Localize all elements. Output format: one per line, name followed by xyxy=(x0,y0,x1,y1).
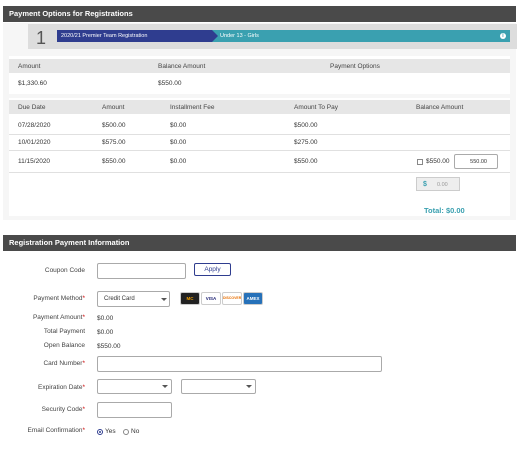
schedule-header-amount: Amount xyxy=(102,104,125,111)
step-number: 1 xyxy=(36,28,47,48)
dollar-symbol: $ xyxy=(423,181,427,188)
row3-amount: $550.00 xyxy=(102,158,126,165)
schedule-header-installment-fee: Installment Fee xyxy=(170,104,215,111)
division-bar: Under 13 - Girls xyxy=(212,30,510,42)
info-icon[interactable]: i xyxy=(500,33,506,39)
email-no-label: No xyxy=(131,428,140,435)
security-code-label: Security Code* xyxy=(41,406,85,413)
payment-options-header: Payment Options for Registrations xyxy=(3,6,516,22)
coupon-input[interactable] xyxy=(97,263,186,279)
email-yes-radio[interactable] xyxy=(97,429,103,435)
payment-amount-label: Payment Amount* xyxy=(32,314,85,321)
row1-amount: $500.00 xyxy=(102,122,126,129)
row-divider xyxy=(9,150,510,151)
division-label: Under 13 - Girls xyxy=(220,33,259,39)
summary-balance: $550.00 xyxy=(158,80,182,87)
summary-header-amount: Amount xyxy=(18,63,41,70)
balance-checkbox[interactable] xyxy=(417,159,423,165)
schedule-header-amount-to-pay: Amount To Pay xyxy=(294,104,338,111)
row2-to-pay: $275.00 xyxy=(294,139,318,146)
security-code-input[interactable] xyxy=(97,402,172,418)
card-number-input[interactable] xyxy=(97,356,382,372)
coupon-label: Coupon Code xyxy=(44,267,85,274)
row-divider xyxy=(9,134,510,135)
schedule-panel xyxy=(9,98,510,216)
registration-bar: 2020/21 Premier Team Registration xyxy=(57,30,212,42)
row3-to-pay: $550.00 xyxy=(294,158,318,165)
dollar-amount-field[interactable]: $ 0.00 xyxy=(416,177,460,191)
row2-due-date: 10/01/2020 xyxy=(18,139,51,146)
email-confirmation-label: Email Confirmation* xyxy=(27,427,85,434)
chevron-down-icon xyxy=(161,298,167,301)
mastercard-icon: MC xyxy=(180,292,200,305)
schedule-header-due-date: Due Date xyxy=(18,104,46,111)
registration-bar-arrow xyxy=(212,30,218,42)
total-payment-label: Total Payment xyxy=(43,328,85,335)
open-balance-value: $550.00 xyxy=(97,343,121,350)
payment-method-label: Payment Method* xyxy=(33,295,85,302)
schedule-header-balance-amount: Balance Amount xyxy=(416,104,464,111)
dollar-amount-value: 0.00 xyxy=(437,182,448,188)
row-divider xyxy=(9,172,510,173)
row2-fee: $0.00 xyxy=(170,139,187,146)
payment-method-select[interactable]: Credit Card xyxy=(97,291,170,307)
summary-header-row xyxy=(9,59,510,73)
expiration-date-label: Expiration Date* xyxy=(38,384,85,391)
expiration-month-select[interactable] xyxy=(97,379,172,394)
payment-amount-value: $0.00 xyxy=(97,315,114,322)
payment-method-value: Credit Card xyxy=(104,296,135,302)
balance-amount-input-value: 550.00 xyxy=(470,159,487,165)
discover-icon: DISCOVER xyxy=(222,292,242,305)
summary-header-payment-options: Payment Options xyxy=(330,63,380,70)
total-amount: Total: $0.00 xyxy=(424,206,465,215)
chevron-down-icon xyxy=(162,385,168,388)
card-number-label: Card Number* xyxy=(43,360,85,367)
balance-checkbox-label: $550.00 xyxy=(426,158,450,165)
email-yes-label: Yes xyxy=(105,428,116,435)
row1-due-date: 07/28/2020 xyxy=(18,122,51,129)
row1-to-pay: $500.00 xyxy=(294,122,318,129)
total-payment-value: $0.00 xyxy=(97,329,114,336)
apply-button[interactable]: Apply xyxy=(194,263,231,276)
row3-fee: $0.00 xyxy=(170,158,187,165)
visa-icon: VISA xyxy=(201,292,221,305)
summary-amount: $1,330.60 xyxy=(18,80,47,87)
chevron-down-icon xyxy=(246,385,252,388)
row3-due-date: 11/15/2020 xyxy=(18,158,51,165)
summary-header-balance: Balance Amount xyxy=(158,63,206,70)
expiration-year-select[interactable] xyxy=(181,379,256,394)
row1-fee: $0.00 xyxy=(170,122,187,129)
row2-amount: $575.00 xyxy=(102,139,126,146)
open-balance-label: Open Balance xyxy=(43,342,85,349)
registration-payment-header: Registration Payment Information xyxy=(3,235,516,251)
balance-amount-input[interactable]: 550.00 xyxy=(454,154,498,169)
email-no-radio[interactable] xyxy=(123,429,129,435)
amex-icon: AMEX xyxy=(243,292,263,305)
